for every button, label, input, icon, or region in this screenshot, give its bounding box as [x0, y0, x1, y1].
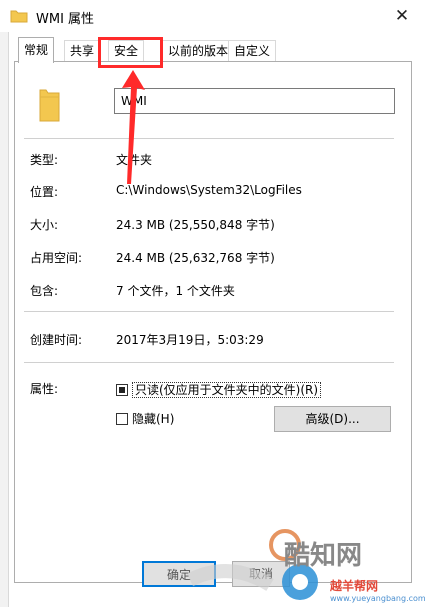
contains-label: 包含:: [30, 284, 59, 298]
tab-label: 共享: [70, 44, 95, 58]
readonly-label[interactable]: 只读(仅应用于文件夹中的文件)(R): [132, 381, 322, 398]
arrow-up-icon: [122, 70, 145, 184]
type-label: 类型:: [30, 153, 59, 167]
tab-label: 自定义: [234, 44, 271, 58]
created-label: 创建时间:: [30, 333, 83, 347]
size-on-disk-value: 24.4 MB (25,632,768 字节): [116, 251, 275, 265]
readonly-label-text: 只读(仅应用于文件夹中的文件)(R): [132, 382, 322, 398]
location-label: 位置:: [30, 185, 59, 199]
watermark-logo-text: 酷知网: [284, 541, 363, 571]
window-title: WMI 属性: [36, 12, 95, 27]
folder-icon: [39, 89, 60, 122]
tab-customize[interactable]: 自定义: [228, 40, 277, 61]
properties-window: WMI 属性 ✕ 常规 共享 安全 以前的版本 自定义 类型: 文件夹 位置: …: [0, 0, 425, 607]
divider: [24, 362, 394, 363]
readonly-checkbox[interactable]: [116, 384, 128, 396]
general-tab-panel: [14, 61, 412, 583]
folder-name-input[interactable]: [114, 88, 395, 114]
attributes-label: 属性:: [30, 382, 59, 396]
tab-previous-versions[interactable]: 以前的版本: [162, 40, 235, 61]
watermark-site-title: 越羊帮网: [330, 579, 379, 593]
divider: [24, 138, 394, 139]
contains-value: 7 个文件，1 个文件夹: [116, 284, 235, 298]
divider: [24, 311, 394, 312]
hidden-checkbox[interactable]: [116, 413, 128, 425]
watermark-site-url: www.yueyangbang.com: [330, 594, 425, 603]
folder-icon: [10, 10, 28, 23]
background-window-edge: [0, 32, 9, 607]
size-label: 大小:: [30, 218, 59, 232]
hidden-label[interactable]: 隐藏(H): [132, 410, 174, 427]
close-icon: ✕: [394, 6, 410, 26]
close-button[interactable]: ✕: [379, 0, 425, 32]
tab-label: 常规: [24, 43, 49, 57]
cancel-button[interactable]: 取消: [232, 561, 290, 587]
size-value: 24.3 MB (25,550,848 字节): [116, 218, 275, 232]
tab-general[interactable]: 常规: [18, 37, 55, 63]
security-tab-highlight: [98, 37, 163, 68]
advanced-button[interactable]: 高级(D)...: [274, 406, 391, 432]
created-value: 2017年3月19日，5:03:29: [116, 333, 264, 347]
size-on-disk-label: 占用空间:: [30, 251, 83, 265]
tab-label: 以前的版本: [168, 44, 229, 58]
tab-sharing[interactable]: 共享: [64, 40, 101, 61]
ok-button[interactable]: 确定: [142, 561, 216, 587]
title-bar[interactable]: WMI 属性 ✕: [0, 0, 425, 32]
